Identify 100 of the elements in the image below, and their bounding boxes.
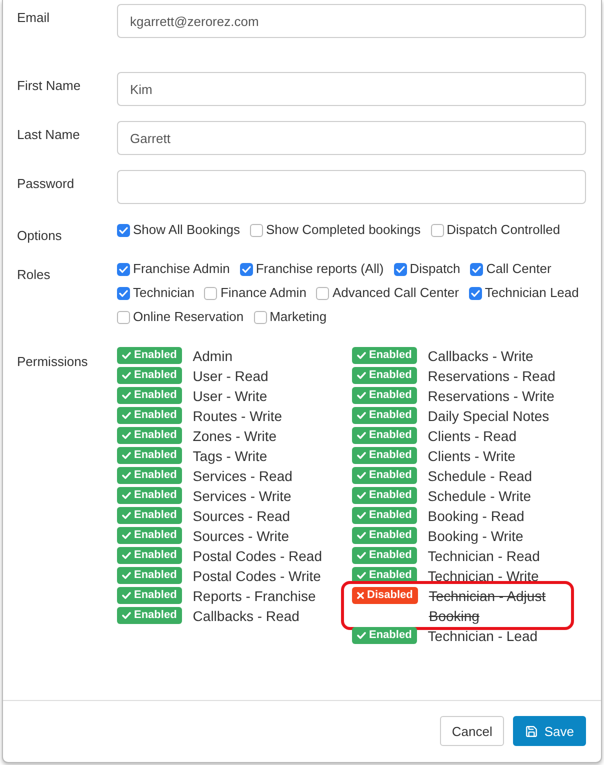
checkbox[interactable] xyxy=(204,286,218,300)
permission-name: Postal Codes - Read xyxy=(192,547,323,566)
field-label: Options xyxy=(17,227,63,245)
checkmark-icon xyxy=(122,412,131,419)
checkbox[interactable] xyxy=(430,224,444,236)
checkbox[interactable] xyxy=(117,286,130,300)
input-field[interactable]: kgarrett@zerorez.com xyxy=(117,4,586,38)
status-text: Enabled xyxy=(134,568,177,583)
status-text: Enabled xyxy=(369,628,412,643)
checkbox[interactable] xyxy=(254,310,267,324)
checkbox-label[interactable]: Dispatch xyxy=(410,260,460,278)
checkbox-label[interactable]: Franchise reports (All) xyxy=(256,260,384,278)
checkbox-label[interactable]: Finance Admin xyxy=(220,284,306,302)
status-text: Enabled xyxy=(369,508,412,523)
status-text: Disabled xyxy=(367,588,413,603)
permission-name: Callbacks - Read xyxy=(192,607,300,626)
checkmark-icon xyxy=(122,572,131,579)
permission-name: Technician - Adjust Booking xyxy=(428,587,547,626)
permission-name: Clients - Read xyxy=(428,427,518,446)
cross-icon xyxy=(357,592,364,599)
checkmark-icon xyxy=(122,512,131,519)
checkmark-icon xyxy=(357,632,366,639)
status-text: Enabled xyxy=(134,508,177,523)
checkbox[interactable] xyxy=(240,262,253,276)
permission-name: Daily Special Notes xyxy=(428,407,550,426)
permission-name: Technician - Read xyxy=(428,547,541,566)
checkbox[interactable] xyxy=(250,224,263,236)
status-text: Enabled xyxy=(134,448,177,463)
field-label: Password xyxy=(17,175,76,193)
status-text: Enabled xyxy=(369,568,412,583)
permission-name: Postal Codes - Write xyxy=(192,567,322,586)
checkbox-label[interactable]: Dispatch Controlled xyxy=(446,221,560,239)
permission-name: Tags - Write xyxy=(192,447,268,466)
status-text: Enabled xyxy=(134,548,177,563)
checkmark-icon xyxy=(122,492,131,499)
checkbox[interactable] xyxy=(470,262,484,276)
checkbox-label[interactable]: Call Center xyxy=(486,260,552,278)
permission-name: Technician - Write xyxy=(428,567,540,586)
input-field[interactable]: Kim xyxy=(117,72,586,106)
status-text: Enabled xyxy=(134,528,177,543)
cancel-button[interactable]: Cancel xyxy=(440,716,504,746)
checkmark-icon xyxy=(122,432,131,439)
status-text: Enabled xyxy=(369,388,412,403)
permission-name: Reservations - Write xyxy=(428,387,556,406)
checkbox[interactable] xyxy=(468,286,482,300)
permission-name: Services - Read xyxy=(192,467,294,486)
permission-name: Sources - Read xyxy=(192,507,292,526)
status-text: Enabled xyxy=(369,468,412,483)
permission-name: Booking - Write xyxy=(428,527,524,546)
checkbox[interactable] xyxy=(394,262,407,276)
field-label: First Name xyxy=(17,77,82,95)
field-label: Roles xyxy=(17,266,52,284)
status-text: Enabled xyxy=(134,388,177,403)
status-text: Enabled xyxy=(134,608,177,623)
checkmark-icon xyxy=(357,492,366,499)
checkmark-icon xyxy=(357,392,366,399)
checkmark-icon xyxy=(357,352,366,359)
field-label: Email xyxy=(17,9,51,27)
status-text: Enabled xyxy=(369,548,412,563)
status-text: Enabled xyxy=(369,368,412,383)
checkbox-label[interactable]: Marketing xyxy=(270,308,327,326)
status-text: Enabled xyxy=(134,348,177,363)
status-text: Enabled xyxy=(134,368,177,383)
checkbox[interactable] xyxy=(316,286,330,300)
permission-name: Schedule - Read xyxy=(428,467,534,486)
input-field[interactable]: Garrett xyxy=(117,121,586,155)
save-button[interactable]: Save xyxy=(513,716,586,746)
checkbox-label[interactable]: Advanced Call Center xyxy=(332,284,459,302)
checkbox-label[interactable]: Show Completed bookings xyxy=(266,221,421,239)
permission-name: Sources - Write xyxy=(192,527,290,546)
status-text: Enabled xyxy=(134,488,177,503)
checkbox-label[interactable]: Technician Lead xyxy=(484,284,579,302)
checkbox-label[interactable]: Franchise Admin xyxy=(133,260,230,278)
checkmark-icon xyxy=(357,472,366,479)
field-label: Permissions xyxy=(17,353,89,371)
checkmark-icon xyxy=(122,552,131,559)
permission-name: Admin xyxy=(192,347,234,366)
checkmark-icon xyxy=(357,452,366,459)
checkbox[interactable] xyxy=(117,262,130,276)
permission-name: Callbacks - Write xyxy=(428,347,534,366)
checkbox-label[interactable]: Show All Bookings xyxy=(133,221,240,239)
status-text: Enabled xyxy=(369,448,412,463)
checkmark-icon xyxy=(357,572,366,579)
checkbox[interactable] xyxy=(117,224,130,236)
checkmark-icon xyxy=(357,532,366,539)
checkmark-icon xyxy=(122,532,131,539)
checkbox[interactable] xyxy=(117,310,130,324)
status-text: Enabled xyxy=(134,428,177,443)
field-label: Last Name xyxy=(17,126,81,144)
status-text: Enabled xyxy=(369,488,412,503)
permission-name: User - Read xyxy=(192,367,270,386)
checkmark-icon xyxy=(122,592,131,599)
checkmark-icon xyxy=(122,612,131,619)
permission-name: Clients - Write xyxy=(428,447,516,466)
status-text: Enabled xyxy=(134,588,177,603)
checkbox-label[interactable]: Online Reservation xyxy=(133,308,244,326)
checkmark-icon xyxy=(122,352,131,359)
checkbox-label[interactable]: Technician xyxy=(133,284,194,302)
checkmark-icon xyxy=(357,412,366,419)
input-field[interactable] xyxy=(117,170,586,204)
